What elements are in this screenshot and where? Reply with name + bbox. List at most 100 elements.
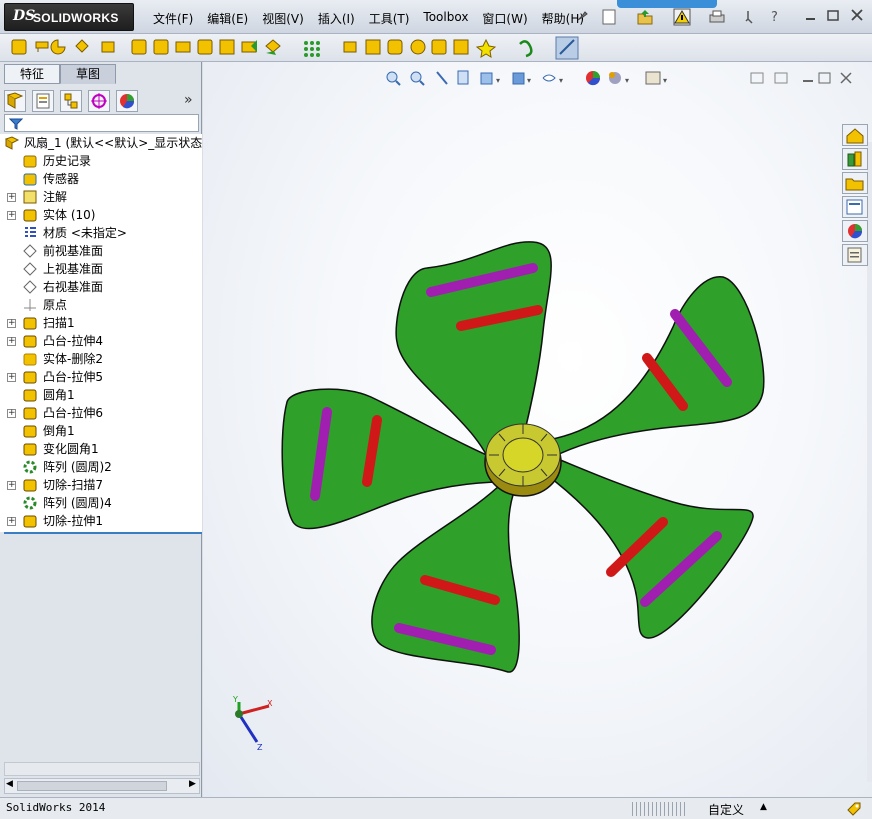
task-pane-file-explorer[interactable] <box>842 172 868 194</box>
open-folder-icon[interactable] <box>636 8 654 26</box>
task-pane-appearances[interactable] <box>842 220 868 242</box>
menu-file[interactable]: 文件(F) <box>146 8 200 29</box>
tree-item-label: 变化圆角1 <box>43 442 99 456</box>
pin-icon[interactable] <box>574 8 590 24</box>
print-icon[interactable] <box>708 9 726 25</box>
menu-toolbox[interactable]: Toolbox <box>416 8 475 29</box>
tree-item-label: 倒角1 <box>43 424 75 438</box>
fan-hub <box>484 423 562 497</box>
configuration-icon <box>64 93 78 109</box>
help-question-icon[interactable]: ? <box>768 8 782 24</box>
configuration-manager-tab[interactable] <box>60 90 82 112</box>
tree-item[interactable]: + 切除-扫描7 <box>0 476 202 494</box>
expand-toggle-icon[interactable]: + <box>7 319 16 328</box>
tree-item[interactable]: + 实体 (10) <box>0 206 202 224</box>
menu-edit[interactable]: 编辑(E) <box>200 8 255 29</box>
tree-item[interactable]: 右视基准面 <box>0 278 202 296</box>
tree-item[interactable]: 材质 <未指定> <box>0 224 202 242</box>
dimxpert-manager-tab[interactable] <box>88 90 110 112</box>
task-pane-view-palette[interactable] <box>842 196 868 218</box>
scroll-left-arrow-icon[interactable]: ◀ <box>6 779 13 789</box>
search-help-icon[interactable] <box>744 9 758 25</box>
tree-item[interactable]: 传感器 <box>0 170 202 188</box>
tree-item[interactable]: 实体-删除2 <box>0 350 202 368</box>
tree-item[interactable]: 倒角1 <box>0 422 202 440</box>
feature-tree: 风扇_1 (默认<<默认>_显示状态 历史记录传感器 + 注解 + 实体 (10) 材质 … <box>0 134 202 532</box>
fillet-icon <box>23 389 37 402</box>
tab-sketch[interactable]: 草图 <box>60 64 116 84</box>
feature-toolbar-icons[interactable] <box>8 34 598 62</box>
rebuild-warning-icon[interactable] <box>673 8 691 26</box>
tree-item-label: 扫描1 <box>43 316 75 330</box>
property-manager-tab[interactable] <box>32 90 54 112</box>
menu-window[interactable]: 窗口(W) <box>475 8 534 29</box>
scroll-right-arrow-icon[interactable]: ▶ <box>189 779 196 789</box>
tree-item[interactable]: + 凸台-拉伸5 <box>0 368 202 386</box>
tree-item-label: 切除-扫描7 <box>43 478 103 492</box>
extrude-icon <box>23 407 37 420</box>
expand-toggle-icon[interactable]: + <box>7 211 16 220</box>
fan-blade <box>541 456 754 639</box>
task-pane-custom-properties[interactable] <box>842 244 868 266</box>
menu-insert[interactable]: 插入(I) <box>311 8 362 29</box>
tree-item[interactable]: 上视基准面 <box>0 260 202 278</box>
tree-item[interactable]: 变化圆角1 <box>0 440 202 458</box>
tree-item[interactable]: + 凸台-拉伸6 <box>0 404 202 422</box>
tree-item[interactable]: 阵列 (圆周)4 <box>0 494 202 512</box>
menu-view[interactable]: 视图(V) <box>255 8 311 29</box>
tree-filter[interactable] <box>4 114 199 132</box>
ds-logo-mark: DS <box>13 8 36 24</box>
tab-features[interactable]: 特征 <box>4 64 60 84</box>
graphics-area[interactable]: ▾ ▾ ▾ ▾ ▾ X Y Z <box>203 62 872 797</box>
tree-item[interactable]: 前视基准面 <box>0 242 202 260</box>
tree-item-label: 圆角1 <box>43 388 75 402</box>
tree-item-label: 右视基准面 <box>43 280 104 294</box>
scrollbar-thumb[interactable] <box>17 781 167 791</box>
expand-toggle-icon[interactable]: + <box>7 337 16 346</box>
window-close-icon[interactable] <box>850 8 864 22</box>
task-pane-home[interactable] <box>842 124 868 146</box>
plane-icon <box>23 262 37 276</box>
units-dropdown-icon[interactable]: ▲ <box>760 802 767 812</box>
menu-tools[interactable]: 工具(T) <box>362 8 417 29</box>
tree-item[interactable]: + 扫描1 <box>0 314 202 332</box>
tree-root-part[interactable]: 风扇_1 (默认<<默认>_显示状态 <box>0 134 202 152</box>
expand-toggle-icon[interactable]: + <box>7 517 16 526</box>
dimxpert-icon <box>91 93 107 109</box>
tag-icon[interactable] <box>846 801 862 817</box>
tree-item-label: 阵列 (圆周)2 <box>43 460 112 474</box>
solidworks-logo[interactable]: DS SOLIDWORKS <box>4 3 134 31</box>
window-minimize-icon[interactable] <box>804 10 818 22</box>
expand-toggle-icon[interactable]: + <box>7 193 16 202</box>
tree-item[interactable]: 历史记录 <box>0 152 202 170</box>
expand-panel-icon[interactable]: » <box>184 92 193 108</box>
expand-toggle-icon[interactable]: + <box>7 409 16 418</box>
tree-item-label: 凸台-拉伸4 <box>43 334 103 348</box>
tree-horizontal-scrollbar[interactable]: ◀ ▶ <box>4 778 200 794</box>
tree-item-label: 历史记录 <box>43 154 92 168</box>
tree-item[interactable]: 原点 <box>0 296 202 314</box>
units-selector[interactable]: 自定义 <box>708 801 744 818</box>
property-icon <box>36 93 50 109</box>
tree-item-label: 材质 <未指定> <box>43 226 127 240</box>
tree-item[interactable]: + 切除-拉伸1 <box>0 512 202 530</box>
tree-item[interactable]: + 注解 <box>0 188 202 206</box>
expand-toggle-icon[interactable]: + <box>7 373 16 382</box>
plane-icon <box>23 280 37 294</box>
expand-toggle-icon[interactable]: + <box>7 481 16 490</box>
display-manager-tab[interactable] <box>116 90 138 112</box>
tree-item-label: 凸台-拉伸5 <box>43 370 103 384</box>
tree-item[interactable]: + 凸台-拉伸4 <box>0 332 202 350</box>
window-restore-icon[interactable] <box>826 8 840 22</box>
fan-model-3d[interactable] <box>203 62 872 797</box>
tree-item[interactable]: 阵列 (圆周)2 <box>0 458 202 476</box>
upload-badge[interactable] <box>617 0 717 8</box>
tree-item-label: 注解 <box>43 190 68 204</box>
panel-splitter[interactable] <box>4 762 200 776</box>
sweep-icon <box>23 317 37 330</box>
task-pane-design-library[interactable] <box>842 148 868 170</box>
new-document-icon[interactable] <box>600 8 618 26</box>
view-palette-icon <box>846 199 863 215</box>
tree-item[interactable]: 圆角1 <box>0 386 202 404</box>
feature-manager-tab[interactable] <box>4 90 26 112</box>
